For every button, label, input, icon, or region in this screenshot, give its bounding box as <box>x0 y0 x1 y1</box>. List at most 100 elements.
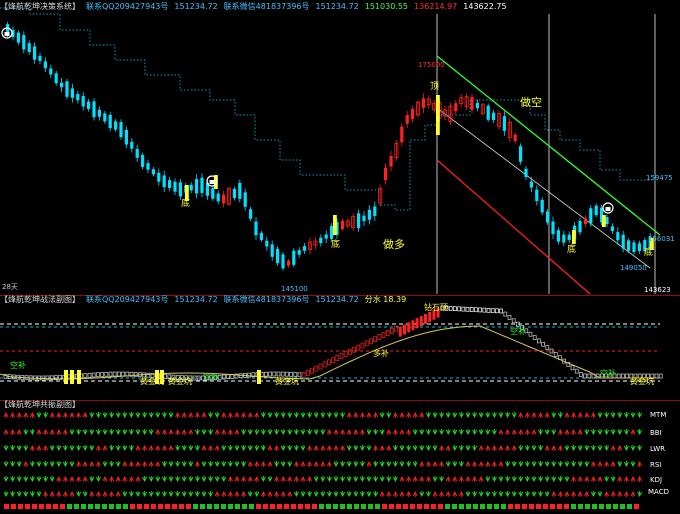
up-arrow-icon <box>267 460 273 467</box>
candle <box>286 260 290 266</box>
signal-bar <box>112 371 117 377</box>
down-arrow-icon <box>274 461 280 468</box>
candle <box>389 155 393 167</box>
down-arrow-icon <box>491 476 497 483</box>
gold-pit-label: 黄金坑 <box>140 376 164 386</box>
down-arrow-icon <box>604 412 610 419</box>
signal-bar <box>469 307 474 312</box>
down-arrow-icon <box>23 445 29 452</box>
down-arrow-icon <box>175 491 181 498</box>
up-arrow-icon <box>392 490 398 497</box>
down-arrow-icon <box>353 445 359 452</box>
strategy-subchart[interactable]: 钻石顶 空补 空补 空补 空补 多补 黄金坑 黄金坑 黄金坑 黄金坑 <box>0 296 680 400</box>
resonance-block <box>172 504 177 509</box>
signal-bar <box>121 371 125 377</box>
down-arrow-icon <box>366 445 372 452</box>
down-arrow-icon <box>597 412 603 419</box>
down-arrow-icon <box>43 461 49 468</box>
up-arrow-icon <box>128 475 134 482</box>
up-arrow-icon <box>498 460 504 467</box>
resonance-subchart[interactable]: MTM BBI LWR RSI KDJ MACD <box>0 401 680 514</box>
resonance-block <box>452 504 457 509</box>
down-arrow-icon <box>320 476 326 483</box>
down-arrow-icon <box>95 429 101 436</box>
down-arrow-icon <box>122 429 128 436</box>
down-arrow-icon <box>227 461 233 468</box>
down-arrow-icon <box>109 429 115 436</box>
down-arrow-icon <box>109 412 115 419</box>
up-arrow-icon <box>234 411 240 418</box>
down-arrow-icon <box>3 461 9 468</box>
strategy-subchart-panel[interactable]: 【烽航乾坤战法副图】 联系QQ209427943号 151234.72 联系微信… <box>0 295 680 400</box>
down-arrow-icon <box>359 445 365 452</box>
candlestick-chart[interactable]: 175000 145100 159475 156031 149050 14362… <box>0 0 680 296</box>
up-arrow-icon <box>62 475 68 482</box>
up-arrow-icon <box>201 411 207 418</box>
candle <box>567 234 571 241</box>
down-arrow-icon <box>452 445 458 452</box>
down-arrow-icon <box>175 461 181 468</box>
up-arrow-icon <box>425 475 431 482</box>
candle <box>519 146 523 162</box>
down-arrow-icon <box>188 461 194 468</box>
resonance-block <box>424 504 429 509</box>
down-arrow-icon <box>472 491 478 498</box>
resonance-block <box>599 504 604 509</box>
up-arrow-icon <box>445 444 451 451</box>
down-arrow-icon <box>175 445 181 452</box>
down-arrow-icon <box>333 476 339 483</box>
down-arrow-icon <box>511 476 517 483</box>
up-arrow-icon <box>577 411 583 418</box>
main-chart-panel[interactable]: 【烽航乾坤决策系统】 联系QQ209427943号 151234.72 联系微信… <box>0 0 680 296</box>
resonance-block <box>396 504 401 509</box>
up-arrow-icon <box>531 411 537 418</box>
up-arrow-icon <box>557 444 563 451</box>
candle <box>254 221 258 236</box>
candle <box>616 232 620 241</box>
up-arrow-icon <box>227 490 233 497</box>
up-arrow-icon <box>128 460 134 467</box>
candle <box>87 101 91 109</box>
resonance-block <box>25 504 30 509</box>
signal-bar <box>335 355 340 361</box>
resonance-block <box>151 504 156 509</box>
up-arrow-icon <box>161 444 167 451</box>
up-arrow-icon <box>637 460 643 467</box>
resonance-block <box>158 504 163 509</box>
down-arrow-icon <box>287 461 293 468</box>
candle <box>637 243 641 252</box>
up-arrow-icon <box>379 444 385 451</box>
down-arrow-icon <box>544 476 550 483</box>
down-arrow-icon <box>498 476 504 483</box>
up-arrow-icon <box>181 428 187 435</box>
down-arrow-icon <box>115 429 121 436</box>
down-arrow-icon <box>287 445 293 452</box>
down-arrow-icon <box>485 429 491 436</box>
up-arrow-icon <box>221 428 227 435</box>
down-arrow-icon <box>538 429 544 436</box>
candle <box>562 234 566 243</box>
down-arrow-icon <box>584 429 590 436</box>
resonance-block <box>634 504 639 509</box>
up-arrow-icon <box>62 490 68 497</box>
down-arrow-icon <box>89 476 95 483</box>
candle <box>589 208 593 224</box>
up-arrow-icon <box>307 460 313 467</box>
down-arrow-icon <box>62 461 68 468</box>
resonance-subchart-panel[interactable]: 【烽航乾坤共振副图】 MTM BBI LWR RSI KDJ MACD <box>0 400 680 514</box>
resonance-block <box>228 504 233 509</box>
up-arrow-icon <box>610 444 616 451</box>
candle <box>400 126 404 143</box>
candle <box>513 134 517 142</box>
up-arrow-icon <box>260 460 266 467</box>
up-arrow-icon <box>188 411 194 418</box>
up-arrow-icon <box>267 490 273 497</box>
candle <box>276 248 280 264</box>
gold-pit-label: 黄金坑 <box>275 376 299 386</box>
resonance-block <box>564 504 569 509</box>
up-arrow-icon <box>69 490 75 497</box>
resonance-block <box>312 504 317 509</box>
down-arrow-icon <box>511 461 517 468</box>
down-arrow-icon <box>29 461 35 468</box>
down-arrow-icon <box>412 461 418 468</box>
